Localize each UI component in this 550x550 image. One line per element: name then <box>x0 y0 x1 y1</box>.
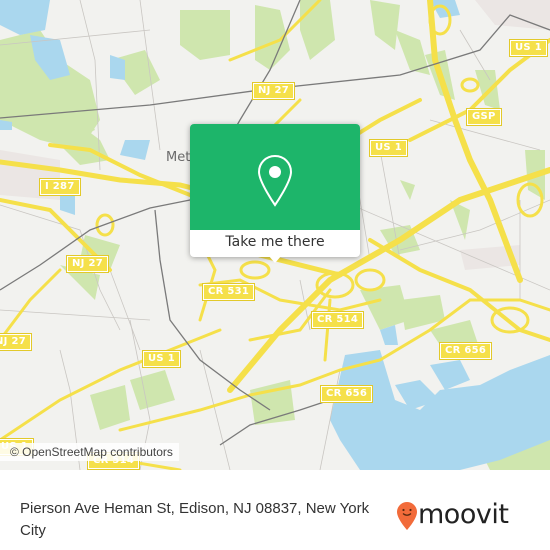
road-shield-cr656: CR 656 <box>438 342 493 360</box>
road-shield-nj27: NJ 27 <box>252 82 295 100</box>
popup-pointer <box>268 255 282 263</box>
take-me-there-button[interactable]: Take me there <box>190 230 360 257</box>
road-shield-i287: I 287 <box>39 178 81 196</box>
road-shield-cr531: CR 531 <box>201 283 256 301</box>
location-pin-icon <box>257 154 293 207</box>
road-shield-nj27: NJ 27 <box>0 333 32 351</box>
road-shield-us1: US 1 <box>142 350 181 368</box>
moovit-wordmark: moovit <box>418 499 509 530</box>
road-shield-gsp: GSP <box>466 108 502 126</box>
moovit-pin-icon <box>397 502 417 530</box>
road-shield-nj27: NJ 27 <box>66 255 109 273</box>
address-text: Pierson Ave Heman St, Edison, NJ 08837, … <box>20 500 370 539</box>
road-shield-us1: US 1 <box>509 39 548 57</box>
footer: Pierson Ave Heman St, Edison, NJ 08837, … <box>0 470 550 550</box>
road-shield-cr656: CR 656 <box>319 385 374 403</box>
popup-header <box>190 124 360 230</box>
place-label-metuchen: Met <box>166 150 191 165</box>
map[interactable]: Met US 1 NJ 27 GSP US 1 I 287 NJ 27 CR 5… <box>0 0 550 470</box>
map-attribution[interactable]: © OpenStreetMap contributors <box>0 443 179 461</box>
road-shield-us1: US 1 <box>369 139 408 157</box>
road-shield-cr514: CR 514 <box>310 311 365 329</box>
destination-popup: Take me there <box>190 124 360 263</box>
